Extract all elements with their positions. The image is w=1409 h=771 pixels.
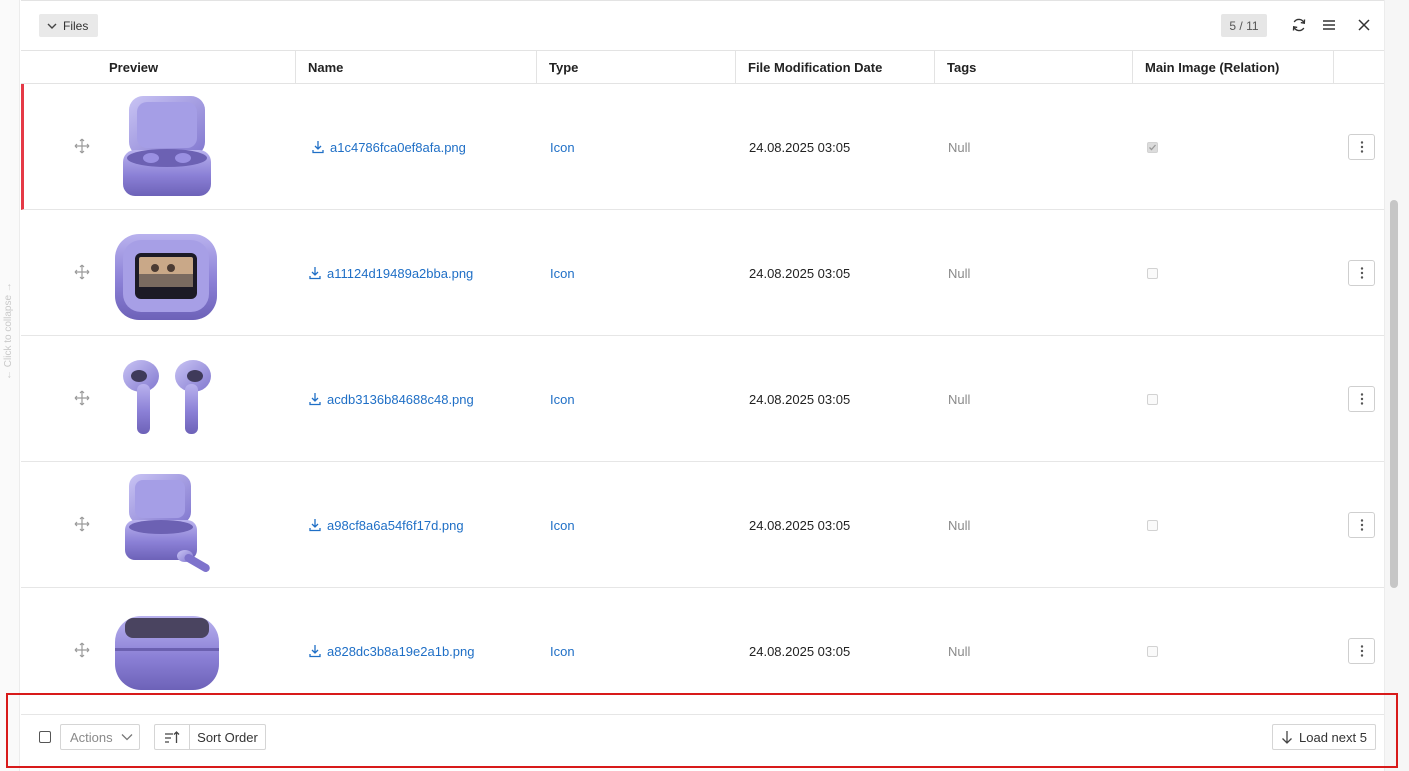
download-icon [312, 141, 324, 154]
row-more-button[interactable] [1348, 512, 1375, 538]
column-header-date[interactable]: File Modification Date [736, 51, 935, 84]
file-download-link[interactable]: a98cf8a6a54f6f17d.png [308, 515, 464, 535]
more-vertical-icon [1360, 645, 1363, 657]
file-download-link[interactable]: a11124d19489a2bba.png [308, 263, 473, 283]
file-name: a98cf8a6a54f6f17d.png [327, 517, 464, 533]
column-header-name[interactable]: Name [296, 51, 537, 84]
main-image-checkbox[interactable] [1147, 646, 1158, 657]
file-type: Icon [550, 517, 575, 533]
file-modification-date: 24.08.2025 03:05 [749, 643, 851, 659]
main-image-checkbox[interactable] [1147, 268, 1158, 279]
file-name: a1c4786fca0ef8afa.png [330, 139, 466, 155]
files-toggle-label: Files [63, 18, 89, 33]
actions-dropdown[interactable]: Actions [60, 724, 140, 750]
row-more-button[interactable] [1348, 260, 1375, 286]
chevron-down-icon [47, 23, 57, 29]
actions-label: Actions [70, 729, 113, 745]
drag-handle-icon[interactable] [73, 515, 91, 533]
more-vertical-icon [1360, 519, 1363, 531]
file-download-link[interactable]: acdb3136b84688c48.png [308, 389, 474, 409]
file-tags: Null [948, 643, 971, 659]
chevron-down-icon [121, 734, 133, 741]
load-next-button[interactable]: Load next 5 [1272, 724, 1376, 750]
main-image-checkbox[interactable] [1147, 142, 1158, 153]
file-download-link[interactable]: a828dc3b8a19e2a1b.png [308, 641, 474, 661]
panel-toolbar: Files 5 / 11 [21, 0, 1384, 50]
scrollbar-track[interactable] [1384, 0, 1409, 771]
pagination-counter: 5 / 11 [1221, 14, 1267, 37]
sort-direction-button[interactable] [154, 724, 190, 750]
column-header-type[interactable]: Type [537, 51, 736, 84]
file-name: acdb3136b84688c48.png [327, 391, 474, 407]
case-with-bud-icon [125, 474, 210, 572]
file-type: Icon [550, 265, 575, 281]
load-next-label: Load next 5 [1299, 729, 1367, 745]
collapse-hint: ← Click to collapse → [3, 282, 14, 380]
file-modification-date: 24.08.2025 03:05 [749, 517, 851, 533]
drag-handle-icon[interactable] [73, 263, 91, 281]
file-type: Icon [550, 391, 575, 407]
download-icon [309, 393, 321, 406]
main-image-checkbox[interactable] [1147, 394, 1158, 405]
row-more-button[interactable] [1348, 638, 1375, 664]
drag-handle-icon[interactable] [73, 137, 91, 155]
more-vertical-icon [1360, 393, 1363, 405]
refresh-icon[interactable] [1289, 15, 1309, 35]
download-icon [309, 645, 321, 658]
download-icon [309, 267, 321, 280]
file-type: Icon [550, 643, 575, 659]
file-tags: Null [948, 139, 971, 155]
row-more-button[interactable] [1348, 134, 1375, 160]
more-vertical-icon [1360, 141, 1363, 153]
scrollbar-thumb[interactable] [1390, 200, 1398, 588]
column-header-main-image[interactable]: Main Image (Relation) [1133, 51, 1334, 84]
table-header: Preview Name Type File Modification Date… [21, 50, 1384, 84]
file-type: Icon [550, 139, 575, 155]
files-panel: Files 5 / 11 Preview Name Type File Modi… [21, 0, 1384, 771]
column-header-preview[interactable]: Preview [21, 51, 296, 84]
drag-handle-icon[interactable] [73, 389, 91, 407]
select-all-checkbox[interactable] [39, 731, 51, 743]
table-row[interactable]: acdb3136b84688c48.png Icon 24.08.2025 03… [21, 336, 1384, 462]
main-image-checkbox[interactable] [1147, 520, 1158, 531]
file-tags: Null [948, 517, 971, 533]
download-icon [309, 519, 321, 532]
file-modification-date: 24.08.2025 03:05 [749, 391, 851, 407]
file-modification-date: 24.08.2025 03:05 [749, 265, 851, 281]
table-row[interactable]: a98cf8a6a54f6f17d.png Icon 24.08.2025 03… [21, 462, 1384, 588]
file-download-link[interactable]: a1c4786fca0ef8afa.png [311, 137, 466, 157]
sort-order-button[interactable]: Sort Order [189, 724, 266, 750]
file-tags: Null [948, 391, 971, 407]
file-name: a11124d19489a2bba.png [327, 265, 474, 281]
files-toggle-button[interactable]: Files [39, 14, 99, 37]
file-modification-date: 24.08.2025 03:05 [749, 139, 851, 155]
arrow-down-icon [1282, 731, 1292, 744]
file-name: a828dc3b8a19e2a1b.png [327, 643, 475, 659]
row-more-button[interactable] [1348, 386, 1375, 412]
drag-handle-icon[interactable] [73, 641, 91, 659]
sort-ascending-icon [165, 731, 180, 743]
table-row[interactable]: a11124d19489a2bba.png Icon 24.08.2025 03… [21, 210, 1384, 336]
earbuds-case-open-icon [123, 96, 211, 196]
earbuds-pair-icon [123, 360, 211, 434]
collapse-rail[interactable]: ← Click to collapse → [0, 0, 20, 771]
closed-case-icon [115, 616, 219, 690]
case-screen-icon [115, 234, 217, 320]
more-vertical-icon [1360, 267, 1363, 279]
table-row[interactable]: a1c4786fca0ef8afa.png Icon 24.08.2025 03… [21, 84, 1384, 210]
menu-icon[interactable] [1319, 15, 1339, 35]
file-tags: Null [948, 265, 971, 281]
close-icon[interactable] [1354, 15, 1374, 35]
column-header-tags[interactable]: Tags [935, 51, 1133, 84]
